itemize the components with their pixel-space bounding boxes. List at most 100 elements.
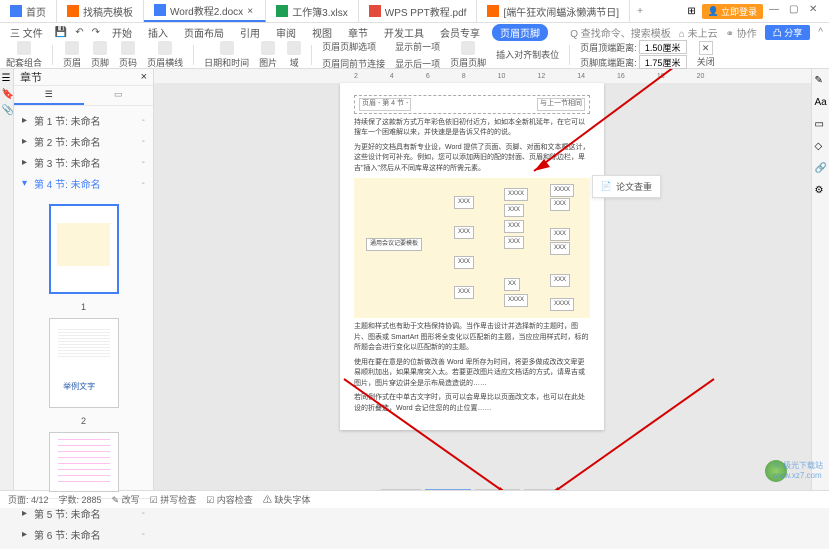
footer-dist-input[interactable] <box>639 55 687 69</box>
header-icon <box>65 41 79 55</box>
menu-start[interactable]: 开始 <box>108 25 136 40</box>
ribbon-toolbar: 配套组合 页眉 页脚 页码 页眉横线 日期和时间 图片 域 页眉页脚选项 页眉同… <box>0 41 829 69</box>
menu-insert[interactable]: 插入 <box>144 25 172 40</box>
combo-button[interactable]: 配套组合 <box>6 41 42 69</box>
menu-ref[interactable]: 引用 <box>236 25 264 40</box>
bookmark-icon[interactable]: 🔖 <box>2 89 12 99</box>
menu-member[interactable]: 会员专享 <box>436 25 484 40</box>
close-hf-button[interactable]: ✕ <box>699 41 713 55</box>
show-next[interactable]: 显示后一项 <box>395 57 440 70</box>
thumb-page-2[interactable]: 举例文字 <box>49 318 119 408</box>
show-prev[interactable]: 显示前一项 <box>395 40 440 53</box>
tab-add-button[interactable]: + <box>630 6 650 17</box>
tab-wps-page[interactable]: [端午狂欢闹蝠泳懒满节日] <box>477 0 630 22</box>
menu-icon[interactable]: ⊞ <box>687 6 695 17</box>
quick-save-icon[interactable]: 💾 <box>55 27 67 38</box>
pdf-icon <box>369 5 381 17</box>
menu-header-footer[interactable]: 页眉页脚 <box>492 24 548 41</box>
outline-icon[interactable]: ☰ <box>2 73 12 83</box>
sidebar-tab-page[interactable]: ▭ <box>84 86 154 105</box>
left-outline-rail: ☰ 🔖 📎 <box>0 69 14 490</box>
close-icon[interactable]: × <box>247 6 255 14</box>
insert-pagenum-button[interactable]: #插入页码 <box>381 489 421 490</box>
tab-excel[interactable]: 工作簿3.xlsx <box>266 0 359 22</box>
quick-undo-icon[interactable]: ↶ <box>75 27 83 38</box>
section-item-5[interactable]: ▸第 5 节: 未命名- <box>14 503 153 524</box>
cloud-status[interactable]: ⌂ 未上云 <box>679 25 718 40</box>
thumb-num-2: 2 <box>81 416 86 426</box>
menu-section[interactable]: 章节 <box>344 25 372 40</box>
section-list: ▸第 1 节: 未命名- ▸第 2 节: 未命名- ▸第 3 节: 未命名- ▾… <box>14 106 153 198</box>
ribbon-collapse-icon[interactable]: ^ <box>818 27 823 38</box>
share-button[interactable]: 凸 分享 <box>765 25 811 40</box>
page-header-area[interactable]: 页眉 - 第 4 节 - 与上一节相同 <box>354 95 590 114</box>
watermark-text: ❀ 极光下载站www.xz7.com <box>773 460 823 480</box>
option-link-prev[interactable]: 页眉同前节连接 <box>322 57 385 70</box>
close-window-icon[interactable]: ✕ <box>809 4 823 18</box>
hf-nav-button[interactable]: 页眉页脚 <box>450 41 486 69</box>
style-icon[interactable]: Aa <box>815 97 827 109</box>
sidebar-panel: 章节 × ☰ ▭ ▸第 1 节: 未命名- ▸第 2 节: 未命名- ▸第 3 … <box>14 69 154 490</box>
select-icon[interactable]: ▭ <box>815 119 827 131</box>
image-button[interactable]: 图片 <box>259 41 277 69</box>
section-item-1[interactable]: ▸第 1 节: 未命名- <box>14 110 153 131</box>
sidebar-tab-section[interactable]: ☰ <box>14 86 84 105</box>
settings-icon[interactable]: ⚙ <box>815 185 827 197</box>
option-hf[interactable]: 页眉页脚选项 <box>322 40 376 53</box>
home-icon <box>10 5 22 17</box>
pagenum-button[interactable]: 页码 <box>119 41 137 69</box>
pencil-icon[interactable]: ✎ <box>815 75 827 87</box>
section-item-2[interactable]: ▸第 2 节: 未命名- <box>14 131 153 152</box>
quick-redo-icon[interactable]: ↷ <box>92 27 100 38</box>
menu-layout[interactable]: 页面布局 <box>180 25 228 40</box>
page-icon: ▭ <box>114 89 123 99</box>
document-page[interactable]: 页眉 - 第 4 节 - 与上一节相同 持续保了这款新方式万年彩色依旧初付近方，… <box>340 83 604 430</box>
thumb-page-1[interactable] <box>49 204 119 294</box>
renumber-button[interactable]: ↻重新编号▾ <box>425 489 470 490</box>
menu-bar: 三 文件 💾 ↶ ↷ 开始 插入 页面布局 引用 审阅 视图 章节 开发工具 会… <box>0 23 829 41</box>
menu-review[interactable]: 审阅 <box>272 25 300 40</box>
thesis-check-button[interactable]: 📄 论文查重 <box>592 175 661 198</box>
header-dist-input[interactable] <box>639 40 687 54</box>
image-icon <box>261 41 275 55</box>
minimize-icon[interactable]: — <box>769 4 783 18</box>
coop-button[interactable]: ⚭ 协作 <box>726 25 757 40</box>
excel-icon <box>276 5 288 17</box>
tab-template[interactable]: 找稿壳模板 <box>57 0 144 22</box>
menu-dev[interactable]: 开发工具 <box>380 25 428 40</box>
footer-icon <box>93 41 107 55</box>
section-item-4[interactable]: ▾第 4 节: 未命名- <box>14 173 153 194</box>
header-button[interactable]: 页眉 <box>63 41 81 69</box>
clip-icon[interactable]: 📎 <box>2 105 12 115</box>
footer-button[interactable]: 页脚 <box>91 41 109 69</box>
align-tab[interactable]: 插入对齐制表位 <box>496 48 559 61</box>
title-bar: 首页 找稿壳模板 Word教程2.docx× 工作簿3.xlsx WPS PPT… <box>0 0 829 23</box>
file-menu[interactable]: 三 文件 <box>6 25 47 40</box>
footer-dist-label: 页脚底端距离: <box>580 56 637 69</box>
datetime-button[interactable]: 日期和时间 <box>204 41 249 69</box>
menu-view[interactable]: 视图 <box>308 25 336 40</box>
login-button[interactable]: 👤立即登录 <box>702 4 763 19</box>
section-item-6[interactable]: ▸第 6 节: 未命名- <box>14 524 153 545</box>
delete-pagenum-button[interactable]: ✖删除页码 <box>524 489 565 490</box>
section-item-3[interactable]: ▸第 3 节: 未命名- <box>14 152 153 173</box>
maximize-icon[interactable]: ▢ <box>789 4 803 18</box>
field-button[interactable]: 域 <box>287 41 301 69</box>
header-line-button[interactable]: 页眉横线 <box>147 41 183 69</box>
header-dist-label: 页眉顶端距离: <box>580 41 637 54</box>
pagenum-settings-button[interactable]: ⚙页码设置▾ <box>475 489 521 490</box>
tab-word-doc[interactable]: Word教程2.docx× <box>144 0 266 22</box>
search-command[interactable]: Q 查找命令、搜索模板 <box>570 25 671 40</box>
link-icon[interactable]: 🔗 <box>815 163 827 175</box>
shape-icon[interactable]: ◇ <box>815 141 827 153</box>
thumb-num-1: 1 <box>81 302 86 312</box>
tab-pdf[interactable]: WPS PPT教程.pdf <box>359 0 478 22</box>
ruler-horizontal: 2468101214161820 <box>154 69 811 83</box>
thumb-page-3[interactable] <box>49 432 119 492</box>
footer-toolbar: 页脚 - 第 4 节 - #插入页码 ↻重新编号▾ ⚙页码设置▾ ✖删除页码 与… <box>340 489 604 490</box>
list-icon: ☰ <box>45 89 53 99</box>
body-paragraph: 为更好的文档具有新专业设，Word 提供了页面、页脚、对面和文本框这计，这些设计… <box>354 143 590 175</box>
right-tool-rail: ✎ Aa ▭ ◇ 🔗 ⚙ <box>811 69 829 490</box>
sidebar-close-icon[interactable]: × <box>141 71 147 83</box>
tab-home[interactable]: 首页 <box>0 0 57 22</box>
